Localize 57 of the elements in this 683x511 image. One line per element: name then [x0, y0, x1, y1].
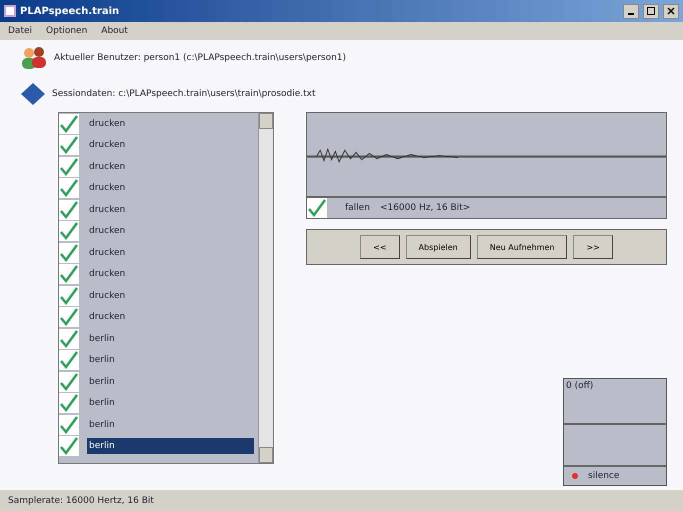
checkmark-icon[interactable] [59, 436, 79, 456]
app-icon [4, 5, 16, 17]
checkmark-icon[interactable] [59, 178, 79, 198]
list-item[interactable]: berlin [87, 374, 254, 390]
checkmark-icon[interactable] [59, 242, 79, 263]
word-label: fallen [345, 203, 370, 213]
toolbar-button[interactable]: Abspielen [406, 235, 471, 259]
menu-item[interactable]: About [101, 26, 128, 36]
list-item[interactable]: drucken [87, 137, 254, 154]
checkmark-icon[interactable] [59, 264, 79, 284]
current-user-text: Aktueller Benutzer: person1 (c:\PLAPspeech.train\users\person1) [54, 53, 346, 63]
list-item[interactable]: berlin [87, 352, 254, 368]
checkmark-icon[interactable] [59, 221, 79, 242]
checkmark-icon[interactable] [59, 350, 79, 370]
menu-item[interactable]: Optionen [46, 26, 88, 36]
list-item[interactable]: berlin [87, 330, 254, 347]
checkmark-icon[interactable] [59, 372, 79, 392]
list-item[interactable]: berlin [87, 438, 254, 454]
list-item[interactable]: drucken [87, 288, 254, 304]
list-item[interactable]: drucken [87, 116, 254, 132]
scrollbar[interactable] [258, 113, 273, 463]
list-item[interactable]: drucken [87, 158, 254, 175]
list-item[interactable]: drucken [87, 202, 254, 218]
close-icon [667, 7, 675, 15]
maximize-button[interactable] [643, 4, 659, 18]
status-bar: Samplerate: 16000 Hertz, 16 Bit [0, 490, 683, 511]
minimize-button[interactable] [623, 4, 639, 18]
checkmark-icon[interactable] [59, 200, 79, 220]
window-title: PLAPspeech.train [20, 6, 120, 16]
list-item[interactable]: drucken [87, 244, 254, 261]
users-icon [20, 46, 48, 70]
checkmark-icon[interactable] [59, 307, 79, 328]
checkmark-icon[interactable] [59, 286, 79, 306]
list-item[interactable]: drucken [87, 266, 254, 282]
list-item[interactable]: drucken [87, 309, 254, 326]
list-item[interactable]: berlin [87, 395, 254, 412]
checkmark-icon[interactable] [59, 328, 79, 349]
menu-item[interactable]: Datei [8, 26, 32, 36]
close-button[interactable] [663, 4, 679, 18]
format-label: <16000 Hz, 16 Bit> [380, 203, 470, 213]
level-label: 0 (off) [566, 381, 594, 391]
maximize-icon [647, 7, 655, 15]
list-item[interactable]: drucken [87, 180, 254, 196]
session-data-text: Sessiondaten: c:\PLAPspeech.train\users\train\prosodie.txt [52, 89, 316, 99]
checkmark-icon[interactable] [59, 156, 79, 177]
status-label: silence [588, 471, 620, 481]
diamond-icon [20, 82, 46, 106]
toolbar-button[interactable]: >> [573, 235, 613, 259]
toolbar-button[interactable]: Neu Aufnehmen [476, 235, 568, 259]
checkmark-icon[interactable] [59, 414, 79, 435]
checkmark-icon[interactable] [59, 114, 79, 134]
list-item[interactable]: drucken [87, 223, 254, 240]
toolbar-button[interactable]: << [360, 235, 400, 259]
checkmark-icon[interactable] [307, 198, 327, 218]
checkmark-icon[interactable] [59, 393, 79, 414]
checkmark-icon[interactable] [59, 135, 79, 156]
list-item[interactable]: berlin [87, 416, 254, 433]
